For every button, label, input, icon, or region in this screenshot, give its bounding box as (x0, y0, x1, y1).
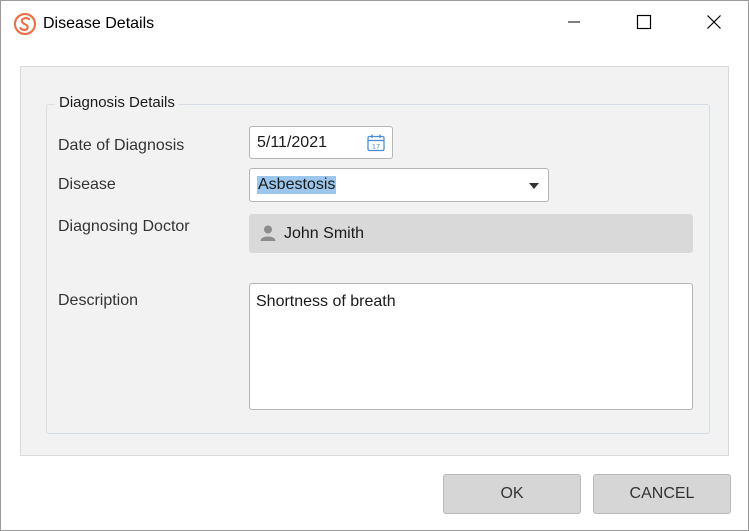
calendar-icon[interactable]: 17 (366, 133, 386, 158)
description-label: Description (58, 292, 139, 309)
date-of-diagnosis-field[interactable]: 5/11/2021 17 (249, 126, 393, 159)
minimize-button[interactable] (551, 1, 597, 47)
maximize-button[interactable] (621, 1, 667, 47)
description-textarea[interactable]: Shortness of breath (249, 283, 693, 410)
svg-text:17: 17 (372, 143, 380, 151)
close-button[interactable] (691, 1, 737, 47)
date-value: 5/11/2021 (257, 134, 327, 151)
chevron-down-icon[interactable] (529, 183, 539, 189)
dialog-window: Disease Details Diagnosis Details Date o… (0, 0, 749, 531)
diagnosing-doctor-label: Diagnosing Doctor (58, 218, 190, 235)
doctor-value: John Smith (284, 225, 365, 242)
app-logo-icon (13, 12, 37, 36)
diagnosing-doctor-field: John Smith (249, 214, 693, 253)
close-icon (706, 14, 722, 35)
ok-button[interactable]: OK (443, 474, 581, 514)
cancel-button[interactable]: CANCEL (593, 474, 731, 514)
maximize-icon (636, 14, 652, 35)
diagnosis-group: Diagnosis Details Date of Diagnosis 5/11… (46, 94, 710, 434)
group-title: Diagnosis Details (55, 94, 179, 111)
disease-label: Disease (58, 176, 116, 193)
disease-dropdown[interactable]: Asbestosis (249, 168, 549, 202)
disease-value: Asbestosis (257, 176, 337, 194)
minimize-icon (566, 14, 582, 35)
window-title: Disease Details (43, 15, 155, 32)
date-of-diagnosis-label: Date of Diagnosis (58, 137, 185, 154)
content-panel: Diagnosis Details Date of Diagnosis 5/11… (20, 66, 729, 456)
person-icon (259, 224, 277, 247)
description-value: Shortness of breath (256, 293, 396, 310)
title-bar[interactable]: Disease Details (1, 1, 748, 47)
